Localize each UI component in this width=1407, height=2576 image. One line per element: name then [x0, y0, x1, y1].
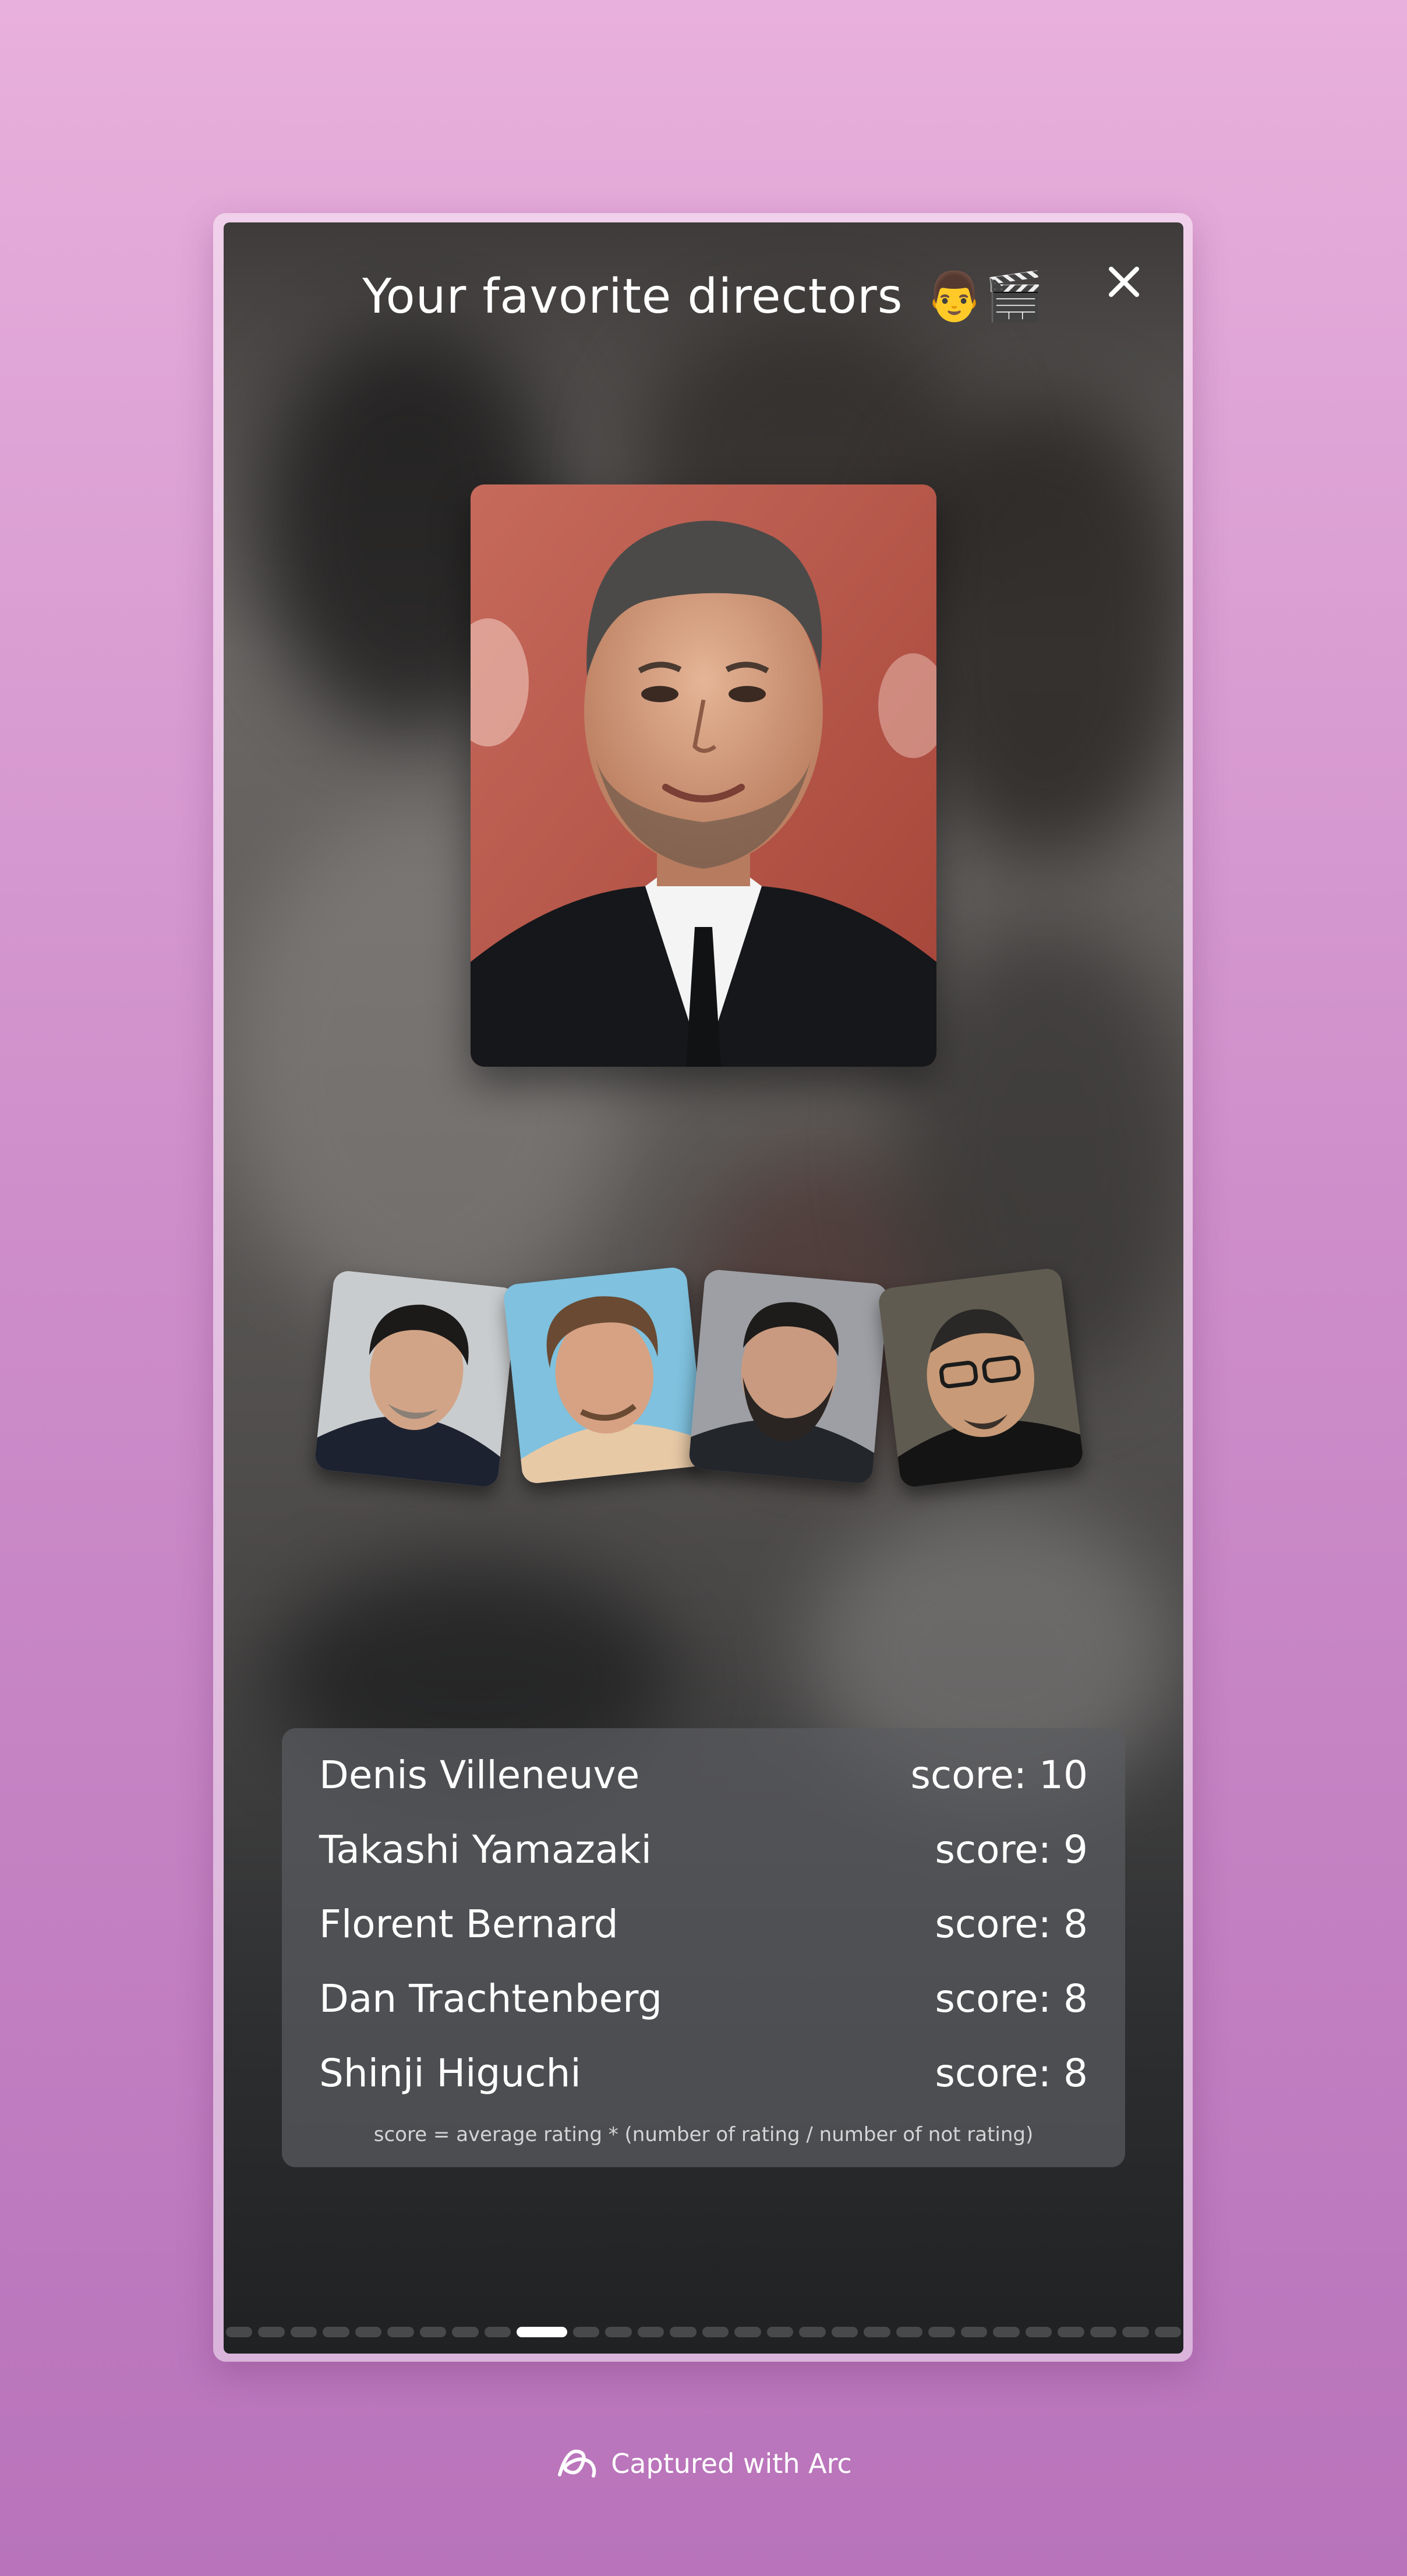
progress-segment[interactable] — [766, 2327, 794, 2337]
progress-segment[interactable] — [1090, 2327, 1117, 2337]
progress-segment[interactable] — [605, 2327, 632, 2337]
progress-segment[interactable] — [258, 2327, 285, 2337]
director-score: score: 8 — [935, 1976, 1088, 2021]
progress-segment[interactable] — [1025, 2327, 1052, 2337]
director-thumbnail[interactable] — [877, 1267, 1084, 1488]
director-score: score: 8 — [935, 1901, 1088, 1947]
progress-segment[interactable] — [484, 2327, 511, 2337]
director-thumbnail[interactable] — [313, 1269, 518, 1488]
director-thumbnail[interactable] — [502, 1266, 707, 1485]
ranking-table: Denis Villeneuve score: 10 Takashi Yamaz… — [282, 1728, 1125, 2167]
table-row: Shinji Higuchi score: 8 — [319, 2044, 1088, 2102]
progress-segment[interactable] — [1122, 2327, 1149, 2337]
portrait-illustration — [688, 1268, 889, 1485]
portrait-illustration — [313, 1269, 518, 1488]
portrait-illustration — [877, 1267, 1084, 1488]
director-name: Shinji Higuchi — [319, 2050, 581, 2096]
progress-segment[interactable] — [355, 2327, 382, 2337]
progress-segment[interactable] — [928, 2327, 955, 2337]
director-name: Florent Bernard — [319, 1901, 618, 1947]
progress-segment[interactable] — [831, 2327, 858, 2337]
story-progress-bar — [224, 2327, 1183, 2337]
director-score: score: 10 — [910, 1752, 1088, 1797]
director-thumbnail[interactable] — [688, 1268, 889, 1485]
director-score: score: 8 — [935, 2050, 1088, 2096]
capture-footer: Captured with Arc — [0, 2446, 1407, 2482]
progress-segment[interactable] — [419, 2327, 447, 2337]
progress-segment[interactable] — [896, 2327, 923, 2337]
progress-segment[interactable] — [864, 2327, 890, 2337]
progress-segment[interactable] — [323, 2327, 349, 2337]
progress-segment[interactable] — [387, 2327, 414, 2337]
progress-segment-active[interactable] — [517, 2327, 567, 2337]
progress-segment[interactable] — [1154, 2327, 1181, 2337]
story-screen: Your favorite directors 👨🎬 Denis Villene… — [224, 222, 1183, 2354]
progress-segment[interactable] — [290, 2327, 317, 2337]
progress-segment[interactable] — [702, 2327, 729, 2337]
table-row: Takashi Yamazaki score: 9 — [319, 1820, 1088, 1878]
score-formula-note: score = average rating * (number of rati… — [373, 2123, 1034, 2146]
progress-segment[interactable] — [572, 2327, 600, 2337]
capture-footer-text: Captured with Arc — [611, 2448, 852, 2479]
table-row: Denis Villeneuve score: 10 — [319, 1746, 1088, 1804]
portrait-illustration — [502, 1266, 707, 1485]
progress-segment[interactable] — [670, 2327, 697, 2337]
table-row: Florent Bernard score: 8 — [319, 1895, 1088, 1953]
progress-segment[interactable] — [734, 2327, 761, 2337]
table-row: Dan Trachtenberg score: 8 — [319, 1969, 1088, 2027]
progress-segment[interactable] — [452, 2327, 479, 2337]
progress-segment[interactable] — [637, 2327, 664, 2337]
progress-segment[interactable] — [226, 2327, 253, 2337]
arc-icon — [558, 2449, 596, 2478]
progress-segment[interactable] — [993, 2327, 1020, 2337]
progress-segment[interactable] — [799, 2327, 826, 2337]
director-name: Takashi Yamazaki — [319, 1827, 652, 1872]
director-name: Dan Trachtenberg — [319, 1976, 663, 2021]
director-score: score: 9 — [935, 1827, 1088, 1872]
progress-segment[interactable] — [1058, 2327, 1084, 2337]
progress-segment[interactable] — [960, 2327, 988, 2337]
director-name: Denis Villeneuve — [319, 1752, 640, 1797]
